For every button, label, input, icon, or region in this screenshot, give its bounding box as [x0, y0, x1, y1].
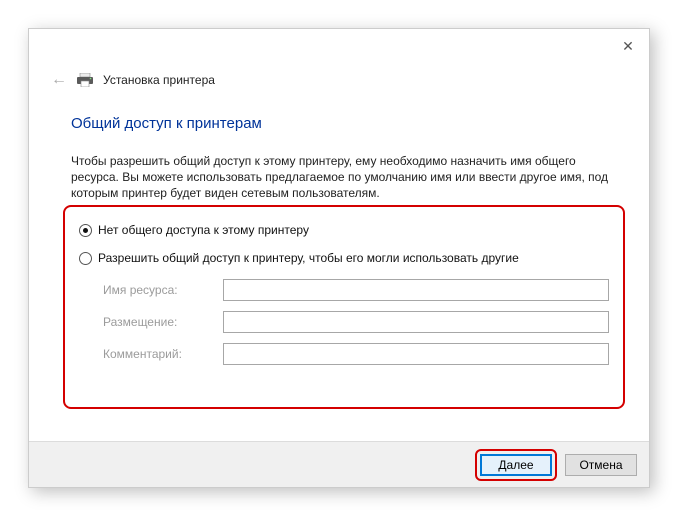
- install-printer-dialog: Установка принтера Общий доступ к принте…: [28, 28, 650, 488]
- dialog-header: Установка принтера: [51, 71, 215, 89]
- radio-share[interactable]: Разрешить общий доступ к принтеру, чтобы…: [79, 251, 609, 265]
- printer-icon: [77, 73, 93, 87]
- close-icon[interactable]: [621, 39, 635, 53]
- comment-input[interactable]: [223, 343, 609, 365]
- radio-no-sharing-label: Нет общего доступа к этому принтеру: [98, 223, 309, 237]
- page-description: Чтобы разрешить общий доступ к этому при…: [71, 153, 619, 202]
- next-button-highlight: Далее: [475, 449, 557, 481]
- comment-label: Комментарий:: [103, 347, 223, 361]
- sharing-options-group: Нет общего доступа к этому принтеру Разр…: [63, 205, 625, 409]
- radio-icon[interactable]: [79, 224, 92, 237]
- next-button[interactable]: Далее: [480, 454, 552, 476]
- share-name-input[interactable]: [223, 279, 609, 301]
- page-title: Общий доступ к принтерам: [71, 115, 262, 132]
- share-name-row: Имя ресурса:: [103, 279, 609, 301]
- location-row: Размещение:: [103, 311, 609, 333]
- comment-row: Комментарий:: [103, 343, 609, 365]
- location-input[interactable]: [223, 311, 609, 333]
- location-label: Размещение:: [103, 315, 223, 329]
- radio-share-label: Разрешить общий доступ к принтеру, чтобы…: [98, 251, 519, 265]
- button-bar: Далее Отмена: [29, 441, 649, 487]
- radio-icon[interactable]: [79, 252, 92, 265]
- share-fields: Имя ресурса: Размещение: Комментарий:: [103, 279, 609, 365]
- dialog-title: Установка принтера: [103, 73, 215, 87]
- share-name-label: Имя ресурса:: [103, 283, 223, 297]
- back-arrow-icon: [51, 71, 67, 89]
- cancel-button[interactable]: Отмена: [565, 454, 637, 476]
- radio-no-sharing[interactable]: Нет общего доступа к этому принтеру: [79, 223, 609, 237]
